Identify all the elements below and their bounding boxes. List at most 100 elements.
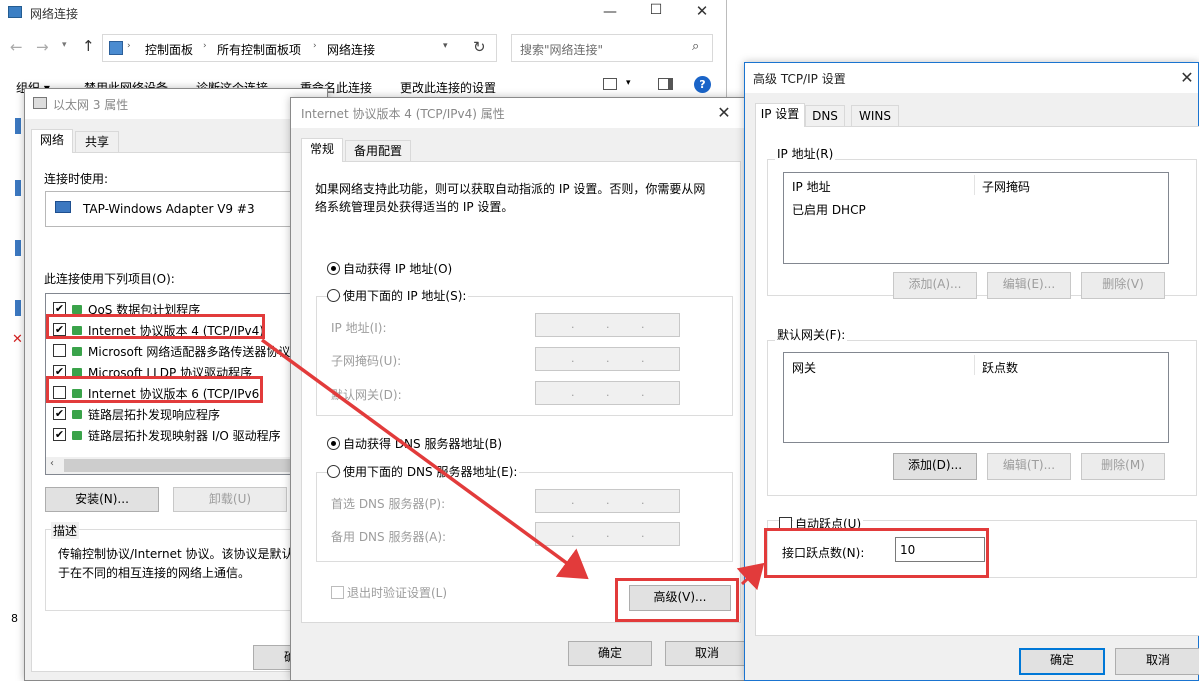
delete-gateway-button[interactable]: 删除(M)	[1081, 453, 1165, 480]
advanced-button[interactable]: 高级(V)...	[629, 585, 731, 611]
horizontal-scrollbar[interactable]: ‹	[46, 457, 314, 474]
gateway-list[interactable]: 网关 跃点数	[783, 352, 1169, 443]
adapter-field: TAP-Windows Adapter V9 #3	[45, 191, 315, 227]
component-label: 链路层拓扑发现响应程序	[88, 408, 221, 422]
component-label: Microsoft LLDP 协议驱动程序	[88, 366, 253, 380]
uninstall-button[interactable]: 卸载(U)	[173, 487, 287, 512]
refresh-icon[interactable]: ↻	[473, 38, 486, 56]
protocol-icon	[72, 326, 82, 335]
advanced-cancel-button[interactable]: 取消	[1115, 648, 1199, 675]
add-ip-button[interactable]: 添加(A)...	[893, 272, 977, 299]
component-checkbox[interactable]	[53, 344, 66, 357]
component-item[interactable]: ✔ 链路层拓扑发现响应程序	[46, 404, 314, 424]
toolbar-change-settings[interactable]: 更改此连接的设置	[400, 79, 496, 96]
ipv4-close-button[interactable]: ✕	[704, 98, 744, 128]
description-text-2: 于在不同的相互连接的网络上通信。	[58, 566, 251, 580]
tab-network[interactable]: 网络	[31, 129, 73, 153]
preferred-dns-field[interactable]: ...	[535, 489, 680, 513]
component-item[interactable]: ✔ QoS 数据包计划程序	[46, 299, 314, 319]
advanced-ok-button[interactable]: 确定	[1019, 648, 1105, 675]
validate-checkbox[interactable]	[331, 586, 344, 599]
manual-ip-label[interactable]: 使用下面的 IP 地址(S):	[341, 287, 469, 304]
description-text-1: 传输控制协议/Internet 协议。该协议是默认	[58, 547, 294, 561]
search-icon[interactable]: ⌕	[692, 39, 699, 54]
subnet-column-header[interactable]: 子网掩码	[982, 178, 1030, 195]
view-options-icon[interactable]	[603, 78, 617, 90]
auto-dns-label[interactable]: 自动获得 DNS 服务器地址(B)	[343, 435, 502, 452]
auto-metric-label[interactable]: 自动跃点(U)	[793, 515, 864, 532]
component-item[interactable]: ✔ Microsoft LLDP 协议驱动程序	[46, 362, 314, 382]
edit-ip-button[interactable]: 编辑(E)...	[987, 272, 1071, 299]
nav-recent-icon[interactable]: ▾	[62, 40, 67, 50]
component-item[interactable]: ✔ Internet 协议版本 4 (TCP/IPv4)	[46, 320, 314, 340]
nav-forward-icon[interactable]: →	[36, 38, 49, 56]
auto-metric-checkbox[interactable]	[779, 517, 792, 530]
connect-using-label: 连接时使用:	[44, 172, 109, 186]
auto-dns-radio[interactable]	[327, 437, 340, 450]
component-checkbox[interactable]	[53, 386, 66, 399]
breadcrumb-item[interactable]: 所有控制面板项	[217, 41, 301, 58]
nav-back-icon[interactable]: ←	[10, 38, 23, 56]
tab-ip-settings[interactable]: IP 设置	[755, 103, 805, 127]
alternate-dns-field[interactable]: ...	[535, 522, 680, 546]
ipv4-ok-button[interactable]: 确定	[568, 641, 652, 666]
ip-address-group-label: IP 地址(R)	[775, 145, 836, 162]
ipv4-cancel-button[interactable]: 取消	[665, 641, 749, 666]
gateway-label: 默认网关(D):	[331, 388, 402, 402]
edit-gateway-button[interactable]: 编辑(T)...	[987, 453, 1071, 480]
address-dropdown-icon[interactable]: ▾	[443, 41, 448, 51]
component-checkbox[interactable]: ✔	[53, 302, 66, 315]
tab-wins[interactable]: WINS	[851, 105, 899, 127]
scroll-left-icon[interactable]: ‹	[50, 458, 54, 469]
network-folder-icon	[8, 6, 22, 18]
advanced-close-button[interactable]: ✕	[1176, 63, 1198, 93]
breadcrumb-item[interactable]: 网络连接	[327, 41, 375, 58]
help-icon[interactable]: ?	[694, 76, 711, 93]
ip-address-list[interactable]: IP 地址 子网掩码 已启用 DHCP	[783, 172, 1169, 264]
protocol-icon	[72, 368, 82, 377]
components-list[interactable]: ✔ QoS 数据包计划程序 ✔ Internet 协议版本 4 (TCP/IPv4) M…	[45, 293, 315, 475]
manual-dns-radio[interactable]	[327, 465, 340, 478]
breadcrumb-item[interactable]: 控制面板	[145, 41, 193, 58]
ip-column-header[interactable]: IP 地址	[792, 178, 831, 195]
metric-column-header[interactable]: 跃点数	[982, 359, 1018, 376]
component-checkbox[interactable]: ✔	[53, 407, 66, 420]
manual-dns-label[interactable]: 使用下面的 DNS 服务器地址(E):	[341, 463, 520, 480]
intro-text-1: 如果网络支持此功能，则可以获取自动指派的 IP 设置。否则，你需要从网	[315, 182, 706, 196]
component-item[interactable]: Internet 协议版本 6 (TCP/IPv6)	[46, 383, 314, 403]
view-dropdown-icon[interactable]: ▾	[626, 78, 631, 88]
component-checkbox[interactable]: ✔	[53, 323, 66, 336]
ip-address-field[interactable]: ...	[535, 313, 680, 337]
search-box[interactable]: 搜索"网络连接" ⌕	[511, 34, 713, 62]
interface-metric-field[interactable]: 10	[895, 537, 985, 562]
auto-ip-label[interactable]: 自动获得 IP 地址(O)	[343, 260, 452, 277]
component-item[interactable]: Microsoft 网络适配器多路传送器协议	[46, 341, 314, 361]
add-gateway-button[interactable]: 添加(D)...	[893, 453, 977, 480]
gateway-field[interactable]: ...	[535, 381, 680, 405]
ip-list-row[interactable]: 已启用 DHCP	[792, 201, 866, 218]
tab-dns[interactable]: DNS	[805, 105, 845, 127]
validate-label[interactable]: 退出时验证设置(L)	[347, 584, 447, 601]
nav-up-icon[interactable]: ↑	[82, 37, 95, 55]
tab-sharing[interactable]: 共享	[75, 131, 119, 153]
component-checkbox[interactable]: ✔	[53, 428, 66, 441]
preview-pane-icon[interactable]	[658, 78, 673, 90]
component-item[interactable]: ✔ 链路层拓扑发现映射器 I/O 驱动程序	[46, 425, 314, 445]
tab-general[interactable]: 常规	[301, 138, 343, 162]
description-label: 描述	[51, 522, 80, 539]
minimize-button[interactable]: —	[600, 4, 620, 20]
manual-ip-radio[interactable]	[327, 289, 340, 302]
component-checkbox[interactable]: ✔	[53, 365, 66, 378]
close-button[interactable]: ✕	[692, 2, 712, 20]
address-bar[interactable]: › 控制面板 › 所有控制面板项 › 网络连接 ▾ ↻	[102, 34, 497, 62]
subnet-field[interactable]: ...	[535, 347, 680, 371]
tab-alternate-config[interactable]: 备用配置	[345, 140, 411, 162]
scroll-thumb[interactable]	[64, 459, 294, 472]
auto-ip-radio[interactable]	[327, 262, 340, 275]
adapter-properties-window: 以太网 3 属性 网络 共享 连接时使用: TAP-Windows Adapte…	[24, 88, 328, 681]
gateway-column-header[interactable]: 网关	[792, 359, 816, 376]
maximize-button[interactable]: ☐	[646, 2, 666, 18]
delete-ip-button[interactable]: 删除(V)	[1081, 272, 1165, 299]
install-button[interactable]: 安装(N)...	[45, 487, 159, 512]
gateway-group-label: 默认网关(F):	[775, 326, 848, 343]
